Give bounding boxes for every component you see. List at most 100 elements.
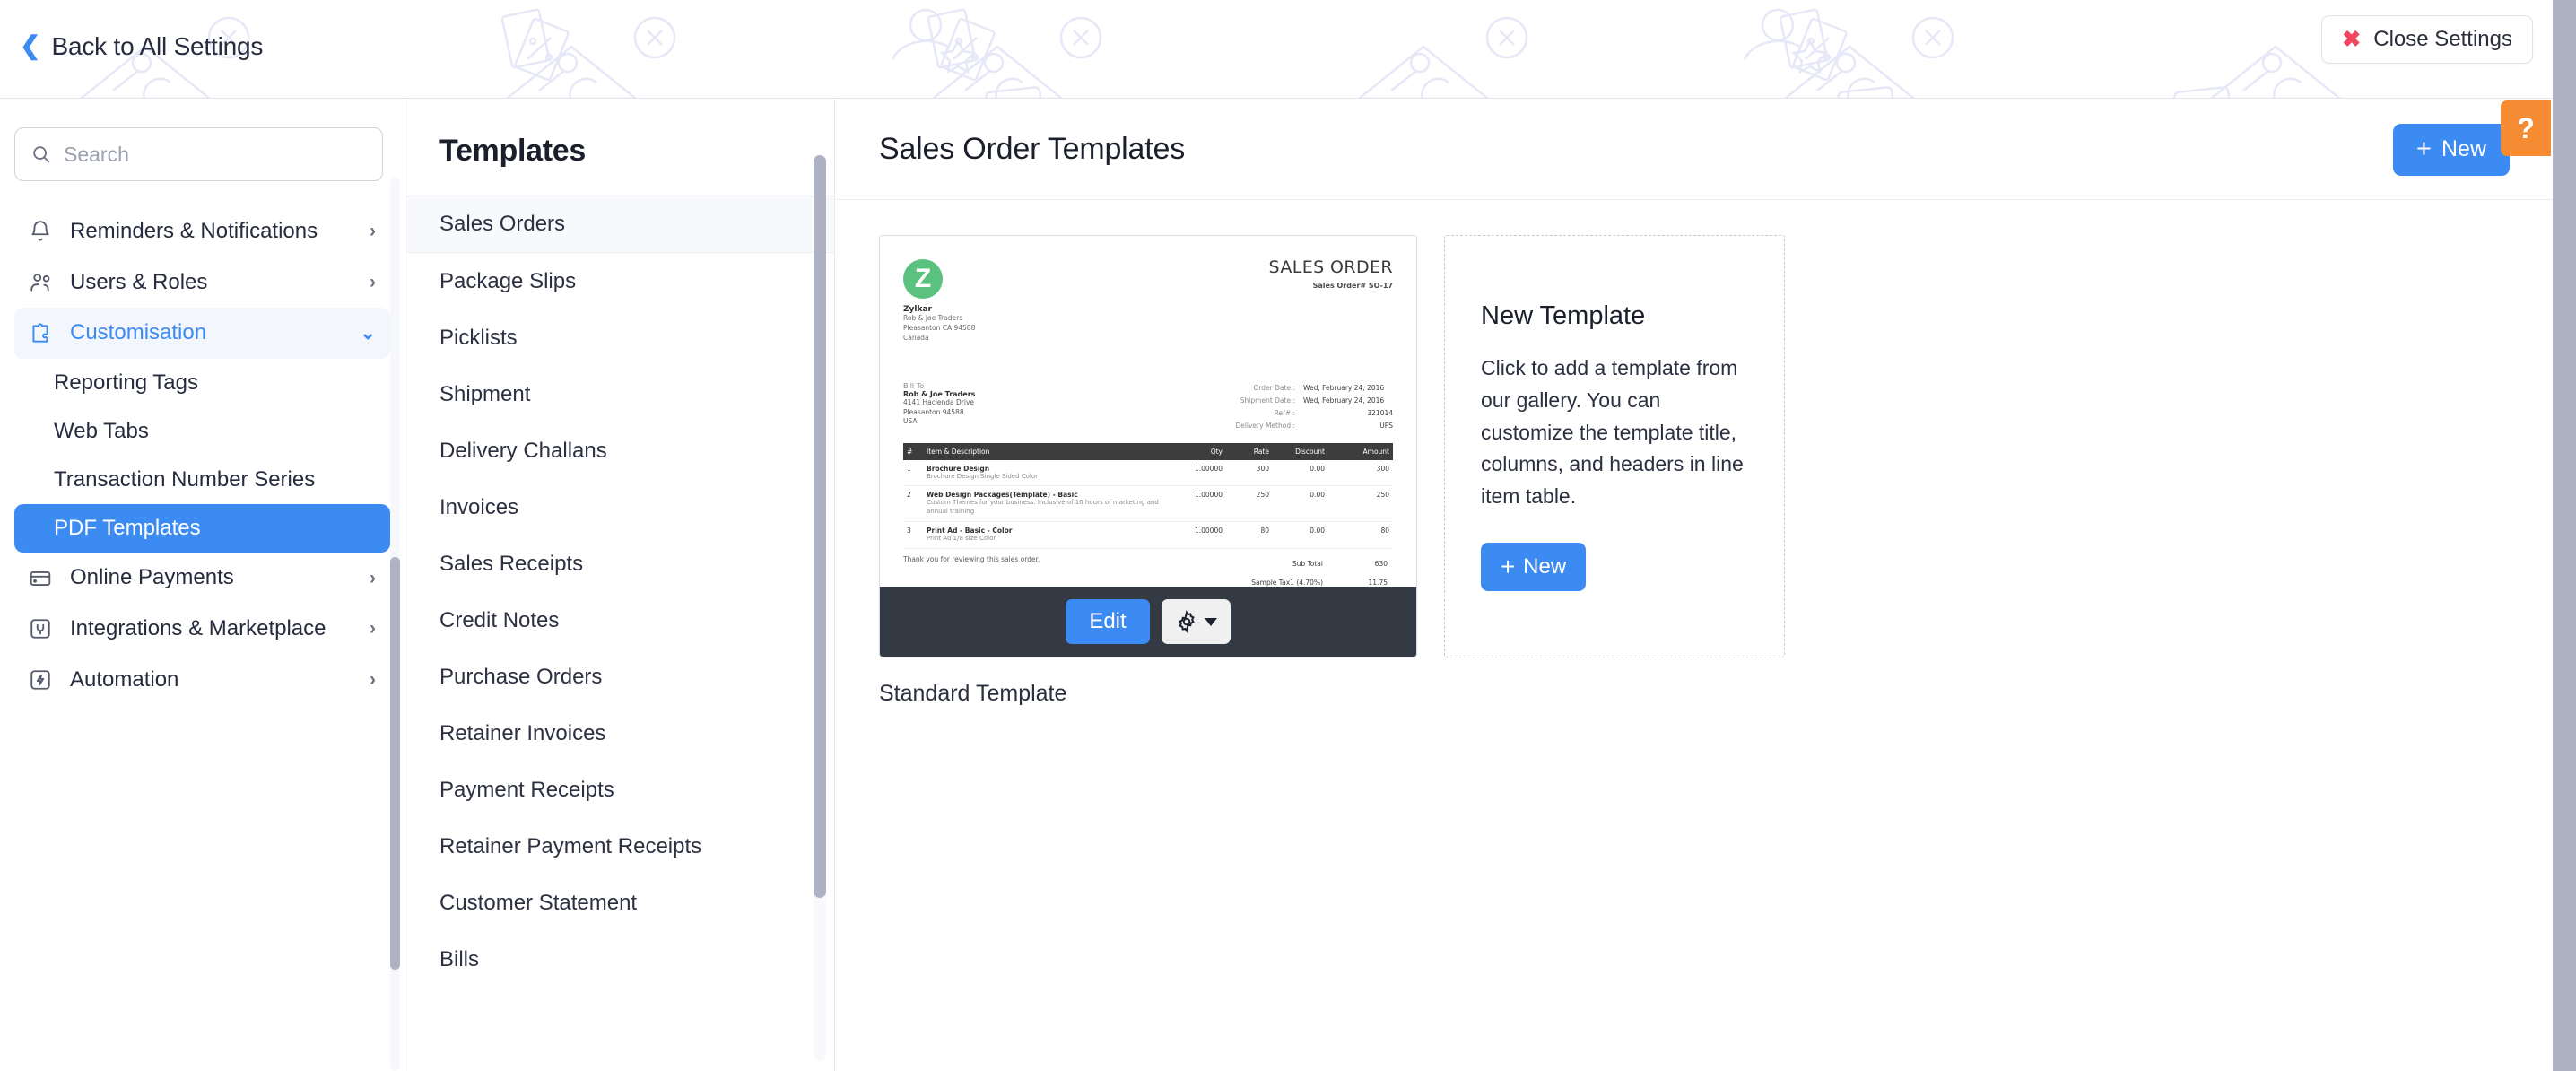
new-template-card-button[interactable]: + New: [1481, 542, 1586, 591]
sidebar-item-customisation[interactable]: Customisation ⌄: [14, 308, 390, 360]
document-title-block: SALES ORDER Sales Order# SO-17: [1269, 259, 1394, 291]
template-list-item-sales-receipts[interactable]: Sales Receipts: [406, 536, 834, 592]
bill-to-name: Rob & Joe Traders: [903, 389, 976, 398]
sidebar-item-label: Reminders & Notifications: [70, 219, 318, 243]
templates-list: Sales Orders Package Slips Picklists Shi…: [406, 196, 834, 988]
sidebar-item-reporting-tags[interactable]: Reporting Tags: [14, 359, 390, 407]
table-row: 3 Print Ad - Basic - Color Print Ad 1/8 …: [903, 521, 1393, 549]
totals-key: Sub Total: [1292, 559, 1323, 568]
search-box[interactable]: [14, 127, 383, 181]
cell-amount: 250: [1328, 485, 1393, 523]
chevron-down-icon: ⌄: [360, 323, 376, 344]
template-list-item-credit-notes[interactable]: Credit Notes: [406, 592, 834, 649]
meta-row: Delivery Method : UPS: [1179, 420, 1393, 432]
template-list-item-shipment[interactable]: Shipment: [406, 366, 834, 422]
template-list-item-payment-receipts[interactable]: Payment Receipts: [406, 762, 834, 818]
document-number: Sales Order# SO-17: [1312, 282, 1393, 290]
org-name: Zylkar: [903, 305, 932, 314]
sidebar-item-pdf-templates[interactable]: PDF Templates: [14, 504, 390, 553]
sidebar-item-label: Online Payments: [70, 565, 234, 590]
template-card-standard[interactable]: Z Zylkar Rob & Joe Traders Pleasanton CA…: [879, 235, 1417, 707]
totals-row: Sample Tax1 (4.70%) 11.75: [1179, 574, 1393, 588]
sidebar-item-automation[interactable]: Automation ›: [14, 655, 390, 706]
bolt-icon: [29, 668, 56, 692]
templates-scrollbar-thumb[interactable]: [814, 155, 826, 898]
cell-amount: 80: [1328, 521, 1393, 549]
line-items-head: # Item & Description Qty Rate Discount A…: [903, 442, 1393, 460]
template-list-item-invoices[interactable]: Invoices: [406, 479, 834, 536]
sidebar-item-online-payments[interactable]: Online Payments ›: [14, 553, 390, 604]
table-row: 2 Web Design Packages(Template) - Basic …: [903, 485, 1393, 523]
document-footer: Thank you for reviewing this sales order…: [903, 555, 1393, 587]
item-name: Brochure Design: [927, 464, 990, 473]
template-list-item-bills[interactable]: Bills: [406, 931, 834, 988]
template-list-item-purchase-orders[interactable]: Purchase Orders: [406, 649, 834, 705]
new-template-card-title: New Template: [1481, 301, 1646, 331]
line-items-table: # Item & Description Qty Rate Discount A…: [903, 442, 1393, 549]
col-header-amount: Amount: [1328, 442, 1393, 460]
templates-column-title: Templates: [439, 134, 586, 168]
meta-value: UPS: [1379, 422, 1393, 431]
meta-row: Shipment Date : Wed, February 24, 2016: [1179, 395, 1393, 407]
cell-item: Brochure Design Brochure Design Single S…: [923, 459, 1171, 487]
template-list-item-retainer-payment-receipts[interactable]: Retainer Payment Receipts: [406, 818, 834, 875]
item-name: Web Design Packages(Template) - Basic: [927, 491, 1078, 500]
gear-icon: [1178, 610, 1195, 633]
card-icon: [29, 567, 56, 590]
close-settings-button[interactable]: ✖ Close Settings: [2321, 15, 2533, 64]
item-description: Brochure Design Single Sided Color: [927, 472, 1039, 480]
org-address-line: Rob & Joe Traders: [903, 314, 963, 322]
sidebar-item-reminders-notifications[interactable]: Reminders & Notifications ›: [14, 206, 390, 257]
sidebar-item-integrations-marketplace[interactable]: Integrations & Marketplace ›: [14, 604, 390, 655]
chevron-right-icon: ›: [370, 221, 376, 242]
template-list-item-retainer-invoices[interactable]: Retainer Invoices: [406, 705, 834, 762]
cell-discount: 0.00: [1273, 521, 1328, 549]
help-button[interactable]: ?: [2501, 100, 2551, 156]
totals-row: Sub Total 630: [1179, 555, 1393, 574]
bill-to-address-line: USA: [903, 417, 918, 426]
sidebar-item-users-roles[interactable]: Users & Roles ›: [14, 257, 390, 309]
bill-to-label: Bill To: [903, 381, 925, 390]
new-template-card-description: Click to add a template from our gallery…: [1481, 356, 1744, 508]
template-list-item-sales-orders[interactable]: Sales Orders: [406, 196, 834, 253]
cell-no: 1: [903, 459, 923, 487]
main-content: Sales Order Templates + New Z Zylkar Rob…: [836, 100, 2553, 1071]
meta-key: Order Date :: [1253, 383, 1295, 392]
templates-column: Templates Sales Orders Package Slips Pic…: [406, 100, 835, 1071]
sidebar-scrollbar-thumb[interactable]: [390, 557, 400, 970]
sidebar-item-web-tabs[interactable]: Web Tabs: [14, 407, 390, 456]
sidebar-item-transaction-number-series[interactable]: Transaction Number Series: [14, 456, 390, 504]
org-logo: Z: [903, 259, 943, 299]
template-preview-document: Z Zylkar Rob & Joe Traders Pleasanton CA…: [880, 236, 1416, 587]
template-list-item-package-slips[interactable]: Package Slips: [406, 253, 834, 309]
settings-sidebar: Reminders & Notifications › Users & Role…: [0, 100, 405, 1071]
main-header: Sales Order Templates + New: [836, 100, 2553, 200]
new-template-header-button[interactable]: + New: [2393, 123, 2510, 176]
col-header-rate: Rate: [1226, 442, 1273, 460]
template-list-item-picklists[interactable]: Picklists: [406, 309, 834, 366]
document-meta: Order Date : Wed, February 24, 2016 Ship…: [1179, 382, 1393, 433]
cell-discount: 0.00: [1273, 459, 1328, 487]
template-list-item-customer-statement[interactable]: Customer Statement: [406, 875, 834, 931]
item-name: Print Ad - Basic - Color: [927, 527, 1013, 536]
totals-value: 630: [1374, 559, 1388, 568]
users-icon: [29, 271, 56, 294]
thanks-note: Thank you for reviewing this sales order…: [903, 554, 1040, 563]
edit-template-button[interactable]: Edit: [1066, 599, 1150, 645]
meta-key: Delivery Method :: [1235, 422, 1295, 431]
template-list-item-delivery-challans[interactable]: Delivery Challans: [406, 422, 834, 479]
new-template-card[interactable]: New Template Click to add a template fro…: [1444, 235, 1785, 657]
sidebar-item-label: Web Tabs: [54, 419, 149, 444]
cell-qty: 1.00000: [1171, 521, 1226, 549]
table-header-row: # Item & Description Qty Rate Discount A…: [903, 442, 1393, 460]
templates-grid: Z Zylkar Rob & Joe Traders Pleasanton CA…: [836, 200, 2553, 742]
search-input[interactable]: [64, 142, 366, 167]
sidebar-item-label: Reporting Tags: [54, 370, 198, 396]
bell-icon: [29, 220, 56, 243]
page-scrollbar[interactable]: [2553, 0, 2576, 1071]
back-to-all-settings-link[interactable]: ❮ Back to All Settings: [20, 32, 263, 61]
org-address-line: Pleasanton CA 94588: [903, 323, 976, 332]
line-items-body: 1 Brochure Design Brochure Design Single…: [903, 459, 1393, 549]
col-header-no: #: [903, 442, 923, 460]
template-options-dropdown[interactable]: [1161, 599, 1231, 645]
